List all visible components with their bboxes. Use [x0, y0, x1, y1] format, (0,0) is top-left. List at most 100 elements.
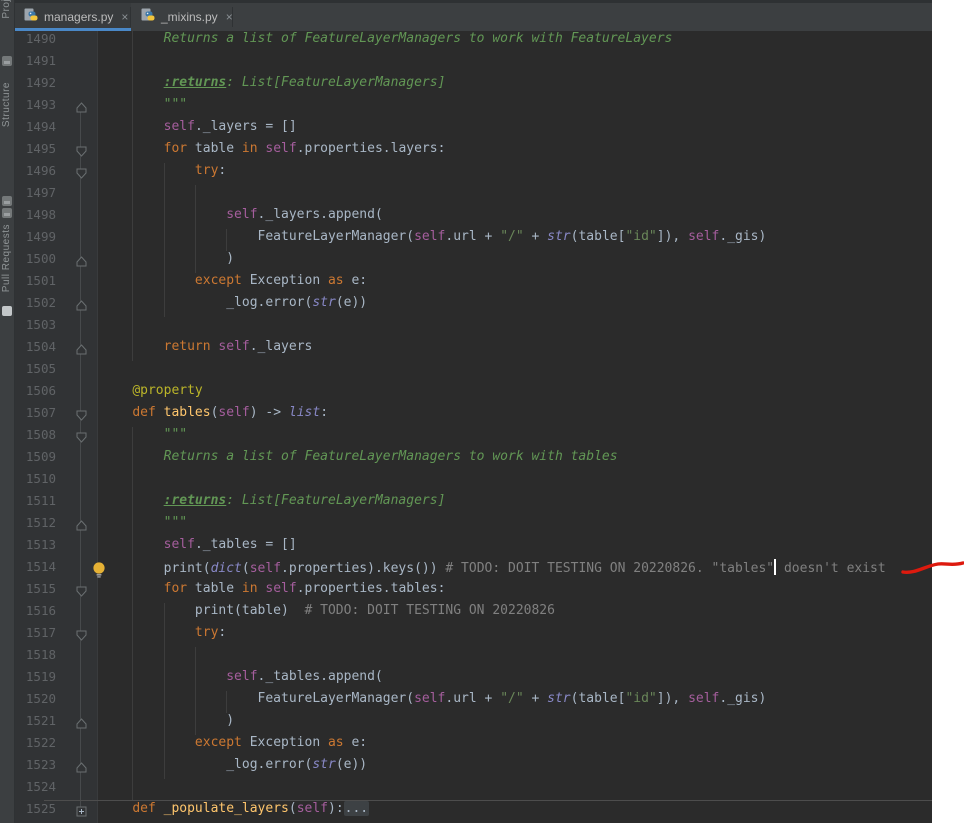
code-line[interactable]: except Exception as e:	[97, 273, 367, 295]
tool-window-icon[interactable]	[2, 306, 12, 316]
code-line[interactable]: self._layers.append(	[97, 207, 383, 229]
line-number[interactable]: 1522	[14, 735, 56, 757]
code-line[interactable]: def tables(self) -> list:	[97, 405, 328, 427]
line-number[interactable]: 1490	[14, 31, 56, 53]
code-line[interactable]: :returns: List[FeatureLayerManagers]	[97, 493, 446, 515]
code-line[interactable]: print(dict(self.properties).keys()) # TO…	[97, 559, 886, 581]
fold-down-icon[interactable]	[75, 409, 88, 431]
code-line[interactable]: )	[97, 713, 234, 735]
line-number[interactable]: 1508	[14, 427, 56, 449]
code-line[interactable]: FeatureLayerManager(self.url + "/" + str…	[97, 229, 767, 251]
line-number[interactable]: 1498	[14, 207, 56, 229]
line-number[interactable]: 1501	[14, 273, 56, 295]
code-line[interactable]: for table in self.properties.layers:	[97, 141, 446, 163]
code-token: """	[101, 97, 188, 112]
line-number[interactable]: 1519	[14, 669, 56, 691]
stripe-button-pull-requests[interactable]: Pull Requests	[1, 224, 12, 292]
code-line[interactable]: )	[97, 251, 234, 273]
code-token: self	[265, 141, 297, 156]
code-line[interactable]: self._tables.append(	[97, 669, 383, 691]
code-line[interactable]: def _populate_layers(self):...	[97, 801, 370, 823]
line-number[interactable]: 1525	[14, 801, 56, 823]
line-number[interactable]: 1491	[14, 53, 56, 75]
code-token: ._layers	[249, 339, 313, 354]
tab-_mixins-py[interactable]: _mixins.py ×	[131, 3, 233, 31]
tool-window-icon[interactable]	[2, 208, 12, 218]
tab-managers-py[interactable]: managers.py ×	[14, 3, 131, 31]
fold-down-icon[interactable]	[75, 629, 88, 651]
line-number[interactable]: 1503	[14, 317, 56, 339]
intention-bulb-icon[interactable]	[92, 561, 106, 584]
fold-up-icon[interactable]	[75, 343, 88, 365]
fold-up-icon[interactable]	[75, 761, 88, 783]
code-line[interactable]: """	[97, 427, 187, 449]
line-number[interactable]: 1493	[14, 97, 56, 119]
stripe-button-structure[interactable]: Structure	[1, 82, 12, 127]
code-line[interactable]: self._tables = []	[97, 537, 297, 559]
line-number[interactable]: 1497	[14, 185, 56, 207]
line-number[interactable]: 1512	[14, 515, 56, 537]
code-line[interactable]: except Exception as e:	[97, 735, 367, 757]
fold-down-icon[interactable]	[75, 431, 88, 453]
line-number[interactable]: 1521	[14, 713, 56, 735]
code-editor[interactable]: Returns a list of FeatureLayerManagers t…	[97, 31, 932, 823]
fold-up-icon[interactable]	[75, 519, 88, 541]
code-token: ) ->	[249, 405, 289, 420]
fold-up-icon[interactable]	[75, 717, 88, 739]
code-line[interactable]: Returns a list of FeatureLayerManagers t…	[97, 449, 618, 471]
line-number[interactable]: 1500	[14, 251, 56, 273]
line-number[interactable]: 1515	[14, 581, 56, 603]
line-number[interactable]: 1523	[14, 757, 56, 779]
fold-up-icon[interactable]	[75, 101, 88, 123]
code-line[interactable]: _log.error(str(e))	[97, 757, 367, 779]
fold-up-icon[interactable]	[75, 299, 88, 321]
tab-close-icon[interactable]: ×	[121, 11, 128, 23]
code-token: .url +	[445, 691, 501, 706]
code-line[interactable]: """	[97, 515, 187, 537]
line-number[interactable]: 1506	[14, 383, 56, 405]
code-line[interactable]: FeatureLayerManager(self.url + "/" + str…	[97, 691, 767, 713]
line-number[interactable]: 1514	[14, 559, 56, 581]
tool-window-icon[interactable]	[2, 196, 12, 206]
line-number[interactable]: 1504	[14, 339, 56, 361]
line-number[interactable]: 1505	[14, 361, 56, 383]
fold-down-icon[interactable]	[75, 585, 88, 607]
code-line[interactable]: :returns: List[FeatureLayerManagers]	[97, 75, 446, 97]
fold-expand-icon[interactable]	[75, 805, 88, 823]
fold-down-icon[interactable]	[75, 167, 88, 189]
code-line[interactable]: for table in self.properties.tables:	[97, 581, 446, 603]
line-number[interactable]: 1513	[14, 537, 56, 559]
tool-window-icon[interactable]	[2, 56, 12, 66]
line-number[interactable]: 1494	[14, 119, 56, 141]
line-number[interactable]: 1507	[14, 405, 56, 427]
line-number[interactable]: 1517	[14, 625, 56, 647]
fold-up-icon[interactable]	[75, 255, 88, 277]
line-number[interactable]: 1502	[14, 295, 56, 317]
line-number[interactable]: 1518	[14, 647, 56, 669]
line-number[interactable]: 1524	[14, 779, 56, 801]
code-line[interactable]: self._layers = []	[97, 119, 297, 141]
stripe-button-project[interactable]: Project	[1, 0, 12, 19]
indent-guide	[163, 603, 165, 779]
line-number[interactable]: 1499	[14, 229, 56, 251]
line-number[interactable]: 1496	[14, 163, 56, 185]
line-number[interactable]: 1495	[14, 141, 56, 163]
code-line[interactable]: return self._layers	[97, 339, 313, 361]
line-number[interactable]: 1520	[14, 691, 56, 713]
line-number[interactable]: 1511	[14, 493, 56, 515]
line-number[interactable]: 1492	[14, 75, 56, 97]
code-line[interactable]: _log.error(str(e))	[97, 295, 367, 317]
code-line[interactable]: try:	[97, 625, 226, 647]
line-number[interactable]: 1510	[14, 471, 56, 493]
code-line[interactable]: try:	[97, 163, 226, 185]
code-line[interactable]: """	[97, 97, 187, 119]
code-line[interactable]: print(table) # TODO: DOIT TESTING ON 202…	[97, 603, 555, 625]
line-number[interactable]: 1516	[14, 603, 56, 625]
fold-down-icon[interactable]	[75, 145, 88, 167]
line-number[interactable]: 1509	[14, 449, 56, 471]
code-line[interactable]: @property	[97, 383, 202, 405]
code-line[interactable]: Returns a list of FeatureLayerManagers t…	[97, 31, 673, 53]
code-token: str	[547, 691, 571, 706]
